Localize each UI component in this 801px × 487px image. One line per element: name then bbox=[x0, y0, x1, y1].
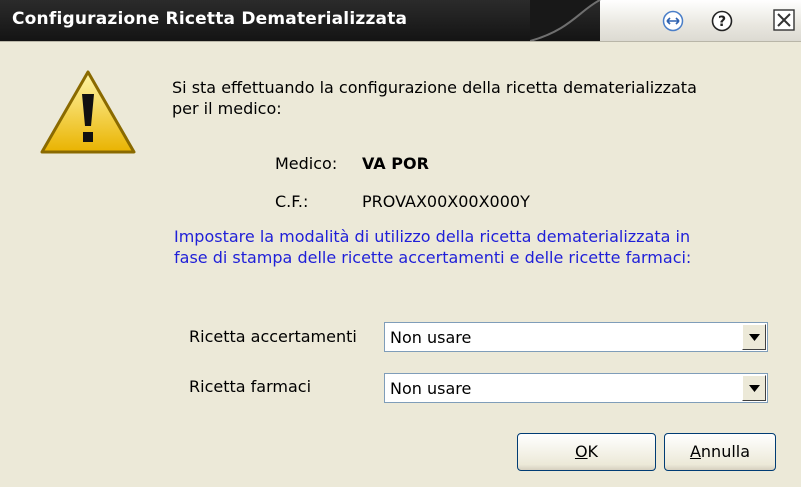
ok-mnemonic: O bbox=[574, 442, 588, 461]
ok-label-rest: K bbox=[587, 442, 599, 461]
cf-value: PROVAX00X00X000Y bbox=[362, 192, 530, 211]
dialog-window: Configurazione Ricetta Dematerializzata … bbox=[0, 0, 801, 487]
close-icon bbox=[773, 9, 795, 31]
help-icon: ? bbox=[711, 10, 733, 32]
title-bar[interactable]: Configurazione Ricetta Dematerializzata … bbox=[0, 0, 801, 42]
message-line-1: Si sta effettuando la configurazione del… bbox=[172, 78, 697, 97]
medico-value: VA POR bbox=[362, 154, 429, 173]
resize-arrows-icon bbox=[662, 10, 684, 32]
farmaci-selected-value: Non usare bbox=[390, 379, 472, 398]
message-line-2: per il medico: bbox=[172, 99, 282, 118]
ok-button[interactable]: OK bbox=[517, 433, 656, 471]
accertamenti-label: Ricetta accertamenti bbox=[189, 327, 357, 346]
medico-label: Medico: bbox=[275, 154, 338, 173]
warning-icon bbox=[40, 70, 136, 154]
accertamenti-selected-value: Non usare bbox=[390, 328, 472, 347]
farmaci-label: Ricetta farmaci bbox=[189, 377, 312, 396]
window-title: Configurazione Ricetta Dematerializzata bbox=[12, 9, 408, 29]
cancel-label-rest: nnulla bbox=[700, 442, 751, 461]
instructions-line-2: fase di stampa delle ricette accertament… bbox=[174, 248, 692, 267]
help-button[interactable]: ? bbox=[711, 10, 733, 32]
title-bar-decoration bbox=[530, 0, 601, 41]
instructions-line-1: Impostare la modalità di utilizzo della … bbox=[174, 227, 691, 246]
cf-label: C.F.: bbox=[275, 192, 309, 211]
instructions-text: Impostare la modalità di utilizzo della … bbox=[174, 226, 774, 268]
resize-button[interactable] bbox=[662, 10, 684, 32]
farmaci-select[interactable]: Non usare bbox=[384, 373, 768, 403]
message-text: Si sta effettuando la configurazione del… bbox=[172, 77, 772, 119]
accertamenti-dropdown-button[interactable] bbox=[742, 324, 766, 350]
chevron-down-icon bbox=[749, 334, 760, 341]
chevron-down-icon bbox=[749, 385, 760, 392]
farmaci-dropdown-button[interactable] bbox=[742, 375, 766, 401]
svg-text:?: ? bbox=[718, 14, 726, 30]
cancel-button[interactable]: Annulla bbox=[664, 433, 776, 471]
accertamenti-select[interactable]: Non usare bbox=[384, 322, 768, 352]
close-button[interactable] bbox=[773, 9, 795, 31]
cancel-mnemonic: A bbox=[689, 442, 701, 461]
